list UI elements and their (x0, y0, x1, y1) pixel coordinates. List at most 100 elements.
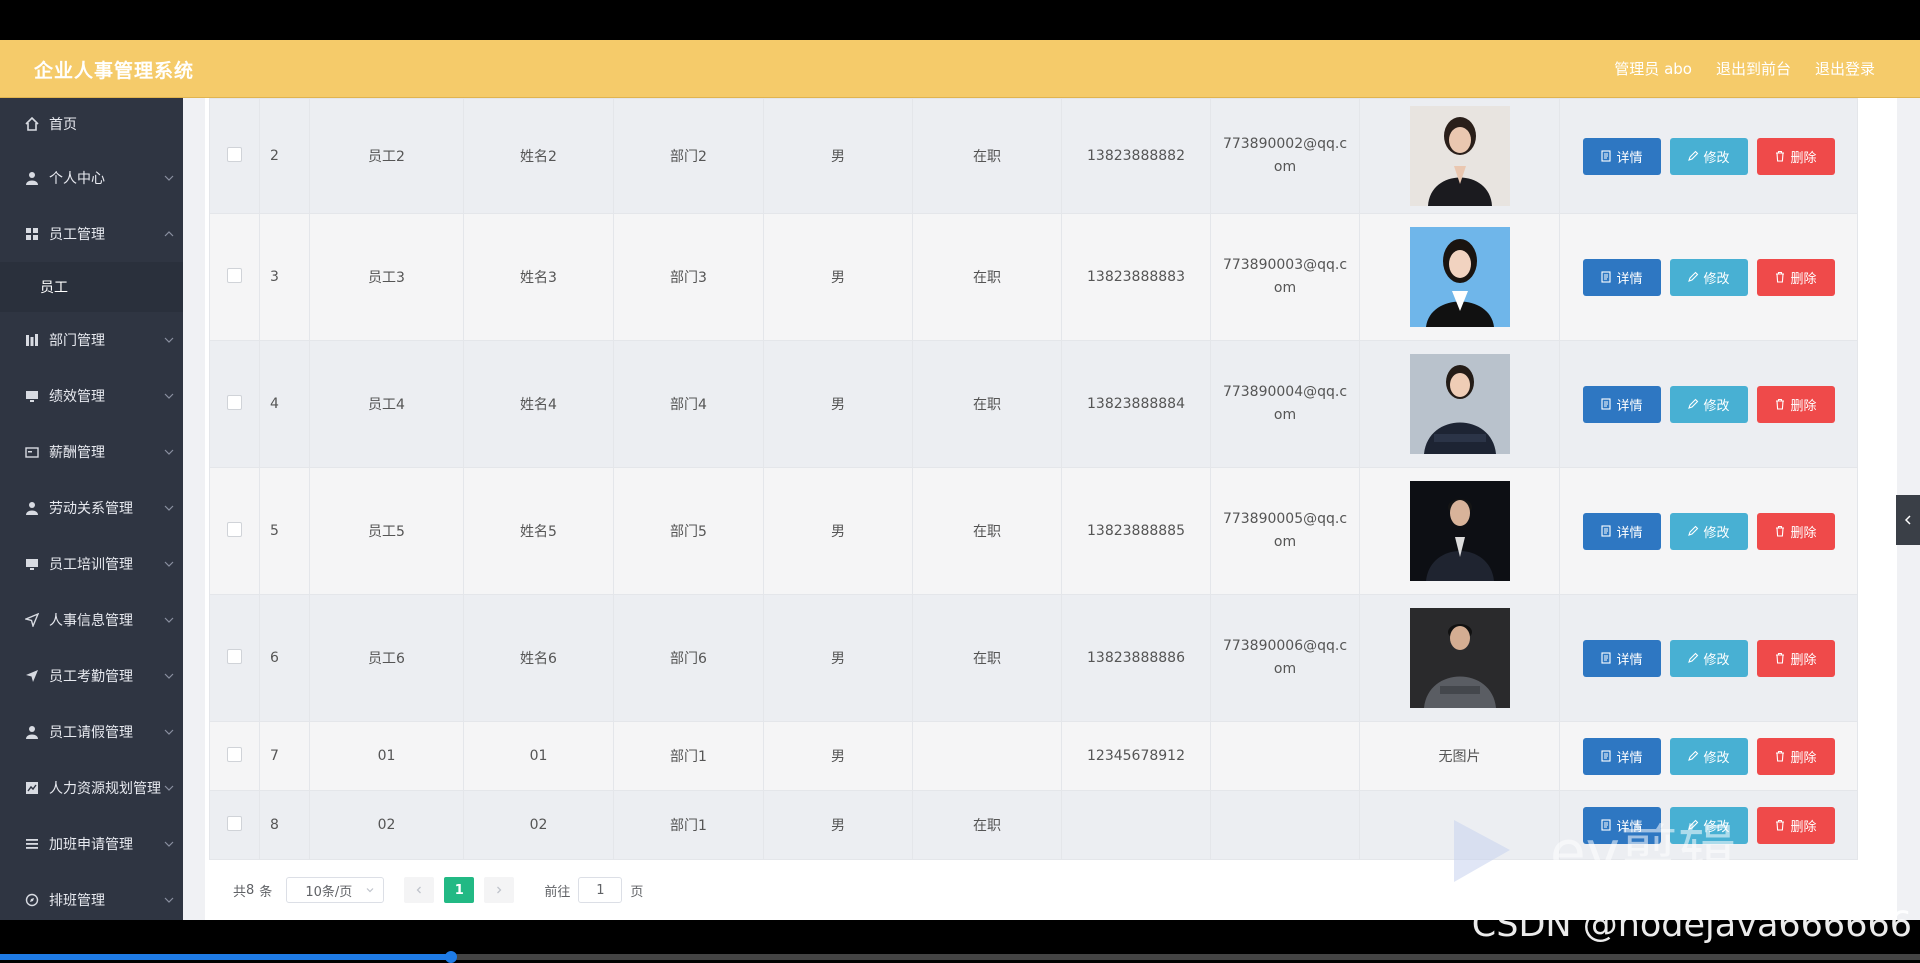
table-row: 3 员工3 姓名3 部门3 男 在职 13823888883 773890003… (209, 213, 1858, 341)
phone-cell (1061, 790, 1211, 860)
ev-watermark-text: ev剪辑 (1550, 818, 1736, 886)
collapse-panel-tab[interactable] (1896, 495, 1920, 545)
detail-button[interactable]: 详情 (1582, 737, 1661, 775)
emp-no-cell: 员工4 (309, 340, 464, 468)
photo-woman-blue-background[interactable] (1409, 227, 1510, 327)
gender-cell: 男 (763, 594, 913, 722)
delete-button[interactable]: 删除 (1756, 639, 1835, 677)
sidebar-item-hr-info[interactable]: 人事信息管理 (0, 592, 183, 648)
front-page-link[interactable]: 退出到前台 (1716, 58, 1791, 79)
detail-button[interactable]: 详情 (1582, 385, 1661, 423)
video-progress-bar[interactable] (0, 951, 1920, 963)
name-cell: 姓名2 (463, 98, 614, 214)
edit-label: 修改 (1703, 150, 1730, 166)
chevron-left-icon (416, 886, 422, 894)
trash-icon (1776, 525, 1785, 537)
next-page-button[interactable] (484, 877, 515, 903)
photo-cell (1359, 213, 1560, 341)
delete-label: 删除 (1790, 271, 1817, 287)
delete-button[interactable]: 删除 (1756, 137, 1835, 175)
detail-button[interactable]: 详情 (1582, 137, 1661, 175)
email-text: 773890003@qq.com (1222, 257, 1348, 296)
detail-button[interactable]: 详情 (1582, 258, 1661, 296)
email-cell: 773890002@qq.com (1210, 98, 1360, 214)
page-number-current[interactable]: 1 (444, 877, 475, 903)
sidebar-item-performance[interactable]: 绩效管理 (0, 368, 183, 424)
status-cell: 在职 (912, 213, 1062, 341)
detail-button[interactable]: 详情 (1582, 512, 1661, 550)
email-text: 773890006@qq.com (1222, 638, 1348, 677)
ev-watermark: ev剪辑 (1454, 818, 1736, 886)
chevron-down-icon (164, 729, 174, 735)
row-checkbox[interactable] (227, 521, 242, 537)
edit-button[interactable]: 修改 (1669, 137, 1748, 175)
photo-man-grey-suit[interactable] (1409, 608, 1510, 708)
edit-button[interactable]: 修改 (1669, 737, 1748, 775)
sidebar-item-salary[interactable]: 薪酬管理 (0, 424, 183, 480)
total-count: 8 (246, 882, 255, 898)
photo-man-dark-suit[interactable] (1409, 481, 1510, 581)
detail-button[interactable]: 详情 (1582, 639, 1661, 677)
edit-button[interactable]: 修改 (1669, 512, 1748, 550)
name-cell: 姓名4 (463, 340, 614, 468)
edit-button[interactable]: 修改 (1669, 258, 1748, 296)
actions-cell: 详情 修改 删除 (1559, 213, 1858, 341)
photo-cell: 无图片 (1359, 721, 1560, 791)
delete-button[interactable]: 删除 (1756, 737, 1835, 775)
sidebar-item-labor-relations[interactable]: 劳动关系管理 (0, 480, 183, 536)
row-checkbox-cell (209, 790, 260, 860)
sidebar-item-personal[interactable]: 个人中心 (0, 150, 183, 206)
email-text: 773890005@qq.com (1222, 511, 1348, 550)
edit-button[interactable]: 修改 (1669, 639, 1748, 677)
document-icon (1601, 525, 1612, 537)
sidebar-item-scheduling[interactable]: 排班管理 (0, 872, 183, 920)
row-checkbox[interactable] (227, 746, 242, 762)
admin-name-link[interactable]: 管理员 abo (1614, 58, 1692, 79)
sidebar-item-training[interactable]: 员工培训管理 (0, 536, 183, 592)
main-content: 2 员工2 姓名2 部门2 男 在职 13823888882 773890002… (183, 98, 1920, 920)
sidebar-item-label: 员工培训管理 (49, 557, 133, 573)
row-checkbox[interactable] (227, 394, 242, 410)
row-checkbox[interactable] (227, 648, 242, 664)
row-checkbox[interactable] (227, 146, 242, 162)
sidebar-item-label: 部门管理 (49, 333, 105, 349)
goto-page-input[interactable]: 1 (578, 877, 623, 903)
photo-woman-black-suit[interactable] (1409, 106, 1510, 206)
chevron-down-icon (164, 673, 174, 679)
sidebar: 首页 个人中心 员工管理 员工 部门管理 绩效管理 薪酬管理 劳动关系管理 员工… (0, 98, 183, 920)
sidebar-item-overtime[interactable]: 加班申请管理 (0, 816, 183, 872)
page-size-select[interactable]: 10条/页 (286, 877, 385, 903)
photo-woman-arms-crossed[interactable] (1409, 354, 1510, 454)
sidebar-item-leave[interactable]: 员工请假管理 (0, 704, 183, 760)
delete-button[interactable]: 删除 (1756, 512, 1835, 550)
edit-button[interactable]: 修改 (1669, 385, 1748, 423)
document-icon (1601, 398, 1612, 410)
pencil-icon (1688, 652, 1699, 663)
chevron-up-icon (164, 231, 174, 237)
sidebar-item-attendance[interactable]: 员工考勤管理 (0, 648, 183, 704)
pencil-icon (1688, 750, 1699, 761)
delete-button[interactable]: 删除 (1756, 258, 1835, 296)
total-prefix: 共 (233, 884, 247, 900)
photo-cell (1359, 340, 1560, 468)
sidebar-item-department[interactable]: 部门管理 (0, 312, 183, 368)
chevron-down-icon (366, 888, 374, 893)
sidebar-subitem-employee[interactable]: 员工 (0, 262, 183, 312)
sidebar-item-hr-planning[interactable]: 人力资源规划管理 (0, 760, 183, 816)
trash-icon (1776, 652, 1785, 664)
sidebar-item-home[interactable]: 首页 (0, 98, 183, 150)
row-checkbox-cell (209, 213, 260, 341)
row-checkbox[interactable] (227, 815, 242, 831)
user-icon (24, 170, 40, 186)
prev-page-button[interactable] (404, 877, 435, 903)
dept-cell: 部门6 (613, 594, 764, 722)
sidebar-item-employee-mgmt[interactable]: 员工管理 (0, 206, 183, 262)
document-icon (1601, 750, 1612, 762)
logout-link[interactable]: 退出登录 (1815, 58, 1875, 79)
table-row: 6 员工6 姓名6 部门6 男 在职 13823888886 773890006… (209, 594, 1858, 722)
video-progress-knob[interactable] (445, 951, 458, 963)
emp-no-cell: 员工3 (309, 213, 464, 341)
pagination: 共 8 条 10条/页 1 前往 1 页 (233, 876, 643, 904)
delete-button[interactable]: 删除 (1756, 385, 1835, 423)
row-checkbox[interactable] (227, 267, 242, 283)
